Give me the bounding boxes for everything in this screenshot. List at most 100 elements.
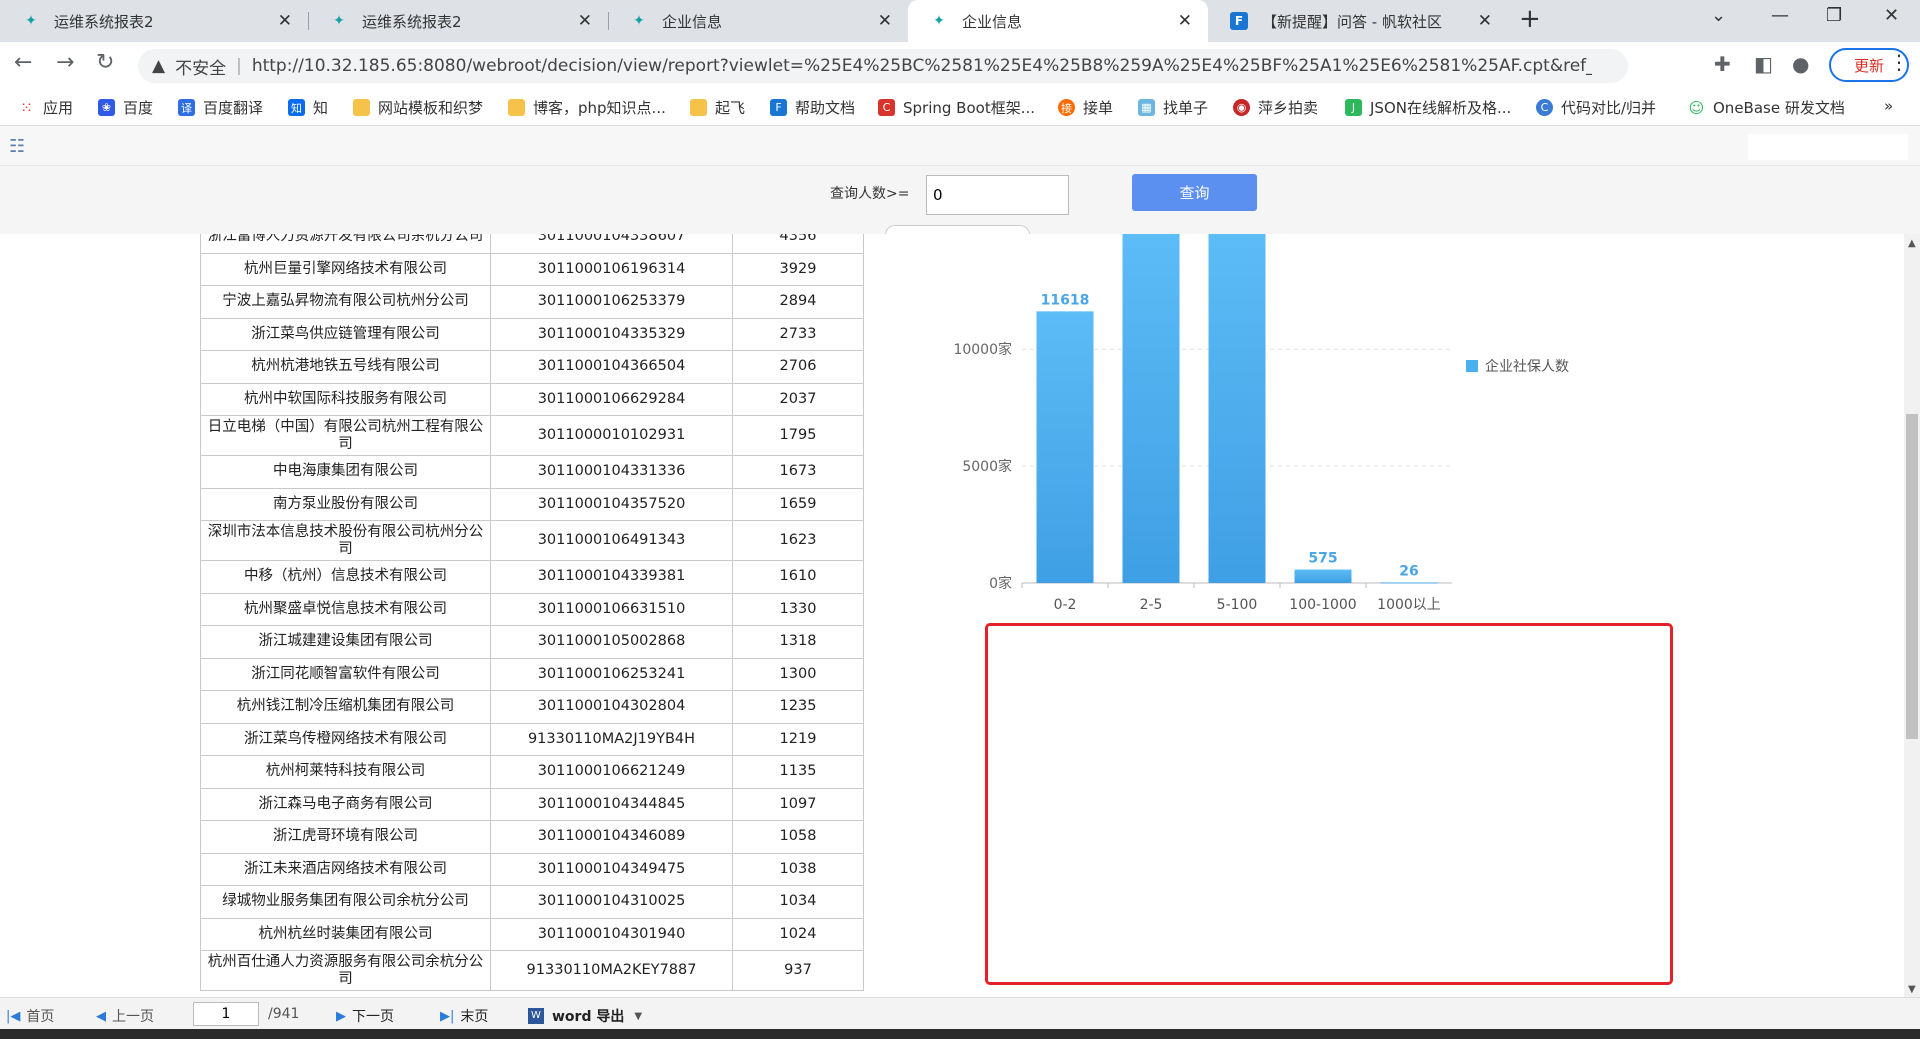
baidu-paw-icon: ❀ bbox=[98, 99, 115, 116]
bar bbox=[1036, 311, 1094, 583]
company-name-cell: 中电海康集团有限公司 bbox=[200, 455, 491, 489]
x-tick-label: 5-100 bbox=[1217, 597, 1258, 613]
minimize-icon[interactable]: — bbox=[1771, 5, 1789, 26]
fanruan-logo-icon: F bbox=[770, 99, 787, 116]
insured-count-cell: 1024 bbox=[732, 917, 864, 951]
bookmarks-overflow-icon[interactable]: » bbox=[1884, 97, 1893, 115]
fanruan-logo-icon: F bbox=[1230, 12, 1248, 30]
side-panel-icon[interactable]: ◧ bbox=[1754, 52, 1773, 76]
bookmark-jiedan[interactable]: 接接单 bbox=[1058, 97, 1113, 118]
company-name-cell: 杭州柯莱特科技有限公司 bbox=[200, 755, 491, 789]
x-tick-label: 1000以上 bbox=[1377, 597, 1441, 613]
close-icon[interactable]: ✕ bbox=[1478, 11, 1492, 31]
warning-icon[interactable]: ▲ bbox=[152, 56, 165, 76]
settings-sliders-icon[interactable]: ☷ bbox=[9, 136, 25, 157]
company-code-cell: 3011000104357520 bbox=[490, 487, 733, 521]
reload-icon[interactable]: ↻ bbox=[96, 50, 114, 75]
tab-3[interactable]: ✦ 企业信息 ✕ bbox=[608, 0, 908, 42]
company-code-cell: 3011000106253379 bbox=[490, 285, 733, 319]
profile-icon[interactable]: ● bbox=[1792, 52, 1809, 76]
table-row: 南方泵业股份有限公司 3011000104357520 1659 bbox=[200, 487, 864, 521]
data-label: 26 bbox=[1399, 563, 1418, 579]
insured-count-cell: 1795 bbox=[732, 415, 864, 456]
zhihu-icon: 知 bbox=[288, 99, 305, 116]
query-button[interactable]: 查询 bbox=[1132, 174, 1257, 211]
close-icon[interactable]: ✕ bbox=[878, 11, 892, 31]
company-name-cell: 杭州百仕通人力资源服务有限公司余杭分公司 bbox=[200, 950, 491, 991]
bookmark-baidu-translate[interactable]: 译百度翻译 bbox=[178, 97, 263, 118]
tab-search-icon[interactable]: ⌄ bbox=[1711, 5, 1726, 26]
vertical-scrollbar[interactable]: ▲ ▼ bbox=[1904, 234, 1920, 997]
bar bbox=[1208, 234, 1266, 583]
restore-icon[interactable]: ❐ bbox=[1826, 5, 1842, 26]
table-row: 浙江菜鸟传橙网络技术有限公司 91330110MA2J19YB4H 1219 bbox=[200, 722, 864, 756]
forward-icon[interactable]: → bbox=[56, 50, 74, 75]
bookmark-json[interactable]: J JSON在线解析及格... bbox=[1345, 97, 1511, 118]
tab-title: 【新提醒】问答 - 帆软社区 bbox=[1262, 12, 1442, 31]
first-page-button[interactable]: |◀ 首页 bbox=[6, 1006, 54, 1026]
chart-legend[interactable]: 企业社保人数 bbox=[1466, 356, 1569, 376]
insured-count-cell: 2733 bbox=[732, 317, 864, 351]
report-toolbar-box[interactable] bbox=[1748, 134, 1908, 160]
bookmark-auction[interactable]: ◉ 萍乡拍卖 bbox=[1233, 97, 1318, 118]
menu-icon[interactable]: ⋮ bbox=[1889, 50, 1909, 74]
bookmark-baidu[interactable]: ❀ 百度 bbox=[98, 97, 153, 118]
query-count-input[interactable] bbox=[926, 175, 1069, 215]
company-name-cell: 浙江城建建设集团有限公司 bbox=[200, 625, 491, 659]
table-row: 杭州柯莱特科技有限公司 3011000106621249 1135 bbox=[200, 755, 864, 789]
table-row: 杭州中软国际科技服务有限公司 3011000106629284 2037 bbox=[200, 382, 864, 416]
close-icon[interactable]: ✕ bbox=[578, 11, 592, 31]
x-tick-label: 100-1000 bbox=[1289, 597, 1356, 613]
insured-count-cell: 1038 bbox=[732, 852, 864, 886]
scroll-down-icon[interactable]: ▼ bbox=[1908, 984, 1916, 995]
company-code-cell: 3011000104344845 bbox=[490, 787, 733, 821]
x-tick-label: 2-5 bbox=[1140, 597, 1163, 613]
tab-1[interactable]: ✦ 运维系统报表2 ✕ bbox=[0, 0, 308, 42]
bar-chart: 0家 5000家 10000家 0-2 11618 2-5 5-100 100-1000 575… bbox=[953, 234, 1452, 613]
extensions-icon[interactable]: ✚ bbox=[1714, 52, 1731, 76]
close-icon[interactable]: ✕ bbox=[1178, 11, 1192, 31]
bookmark-folder-blog[interactable]: 博客，php知识点... bbox=[508, 97, 666, 118]
bookmark-zhihu[interactable]: 知知 bbox=[288, 97, 328, 118]
last-page-button[interactable]: ▶| 末页 bbox=[440, 1006, 488, 1026]
company-name-cell: 宁波上嘉弘昇物流有限公司杭州分公司 bbox=[200, 285, 491, 319]
prev-page-button[interactable]: ◀ 上一页 bbox=[96, 1006, 154, 1026]
y-tick-label: 5000家 bbox=[962, 458, 1012, 475]
bookmark-apps[interactable]: ⁙ 应用 bbox=[18, 97, 73, 118]
bookmark-diff[interactable]: C 代码对比/归并 bbox=[1536, 97, 1656, 118]
bookmark-folder-takeoff[interactable]: 起飞 bbox=[690, 97, 745, 118]
scroll-up-icon[interactable]: ▲ bbox=[1908, 238, 1916, 249]
share-icon[interactable]: ⇪ bbox=[1624, 55, 1628, 77]
url-text[interactable]: http://10.32.185.65:8080/webroot/decisio… bbox=[252, 56, 1592, 76]
tab-title: 企业信息 bbox=[662, 12, 723, 31]
window-close-icon[interactable]: ✕ bbox=[1884, 5, 1899, 26]
new-tab-icon[interactable]: + bbox=[1519, 4, 1541, 34]
bookmark-zhaodanzi[interactable]: ▦ 找单子 bbox=[1138, 97, 1208, 118]
page-number-input[interactable] bbox=[193, 1002, 259, 1026]
insured-count-cell: 4356 bbox=[732, 234, 864, 254]
next-page-button[interactable]: ▶ 下一页 bbox=[336, 1006, 394, 1026]
close-icon[interactable]: ✕ bbox=[278, 11, 292, 31]
bookmark-onebase[interactable]: ☺ OneBase 研发文档 bbox=[1688, 97, 1845, 118]
word-export-button[interactable]: Wword 导出 ▼ bbox=[528, 1006, 642, 1026]
auction-icon: ◉ bbox=[1233, 99, 1250, 116]
company-name-cell: 杭州聚盛卓悦信息技术有限公司 bbox=[200, 592, 491, 626]
bookmark-help-docs[interactable]: F 帮助文档 bbox=[770, 97, 855, 118]
company-code-cell: 3011000105002868 bbox=[490, 625, 733, 659]
tab-5[interactable]: F 【新提醒】问答 - 帆软社区 ✕ bbox=[1208, 0, 1508, 42]
scroll-thumb[interactable] bbox=[1906, 414, 1918, 739]
insured-count-cell: 1330 bbox=[732, 592, 864, 626]
address-bar[interactable]: ▲ 不安全 | http://10.32.185.65:8080/webroot… bbox=[138, 49, 1628, 83]
legend-swatch bbox=[1466, 360, 1478, 372]
bookmark-folder-templates[interactable]: 网站模板和织梦 bbox=[353, 97, 483, 118]
pager-bar: |◀首页 ◀上一页 /941 ▶下一页 ▶|末页 Wword 导出▼ bbox=[0, 997, 1920, 1029]
bookmark-spring-boot[interactable]: C Spring Boot框架... bbox=[878, 97, 1035, 118]
insured-count-cell: 2894 bbox=[732, 285, 864, 319]
table-row: 杭州钱江制冷压缩机集团有限公司 3011000104302804 1235 bbox=[200, 690, 864, 724]
tab-2[interactable]: ✦ 运维系统报表2 ✕ bbox=[308, 0, 608, 42]
back-icon[interactable]: ← bbox=[14, 50, 32, 75]
tab-4-active[interactable]: ✦ 企业信息 ✕ bbox=[908, 0, 1208, 42]
security-label: 不安全 bbox=[175, 58, 227, 79]
insured-count-cell: 1097 bbox=[732, 787, 864, 821]
os-taskbar bbox=[0, 1029, 1920, 1039]
